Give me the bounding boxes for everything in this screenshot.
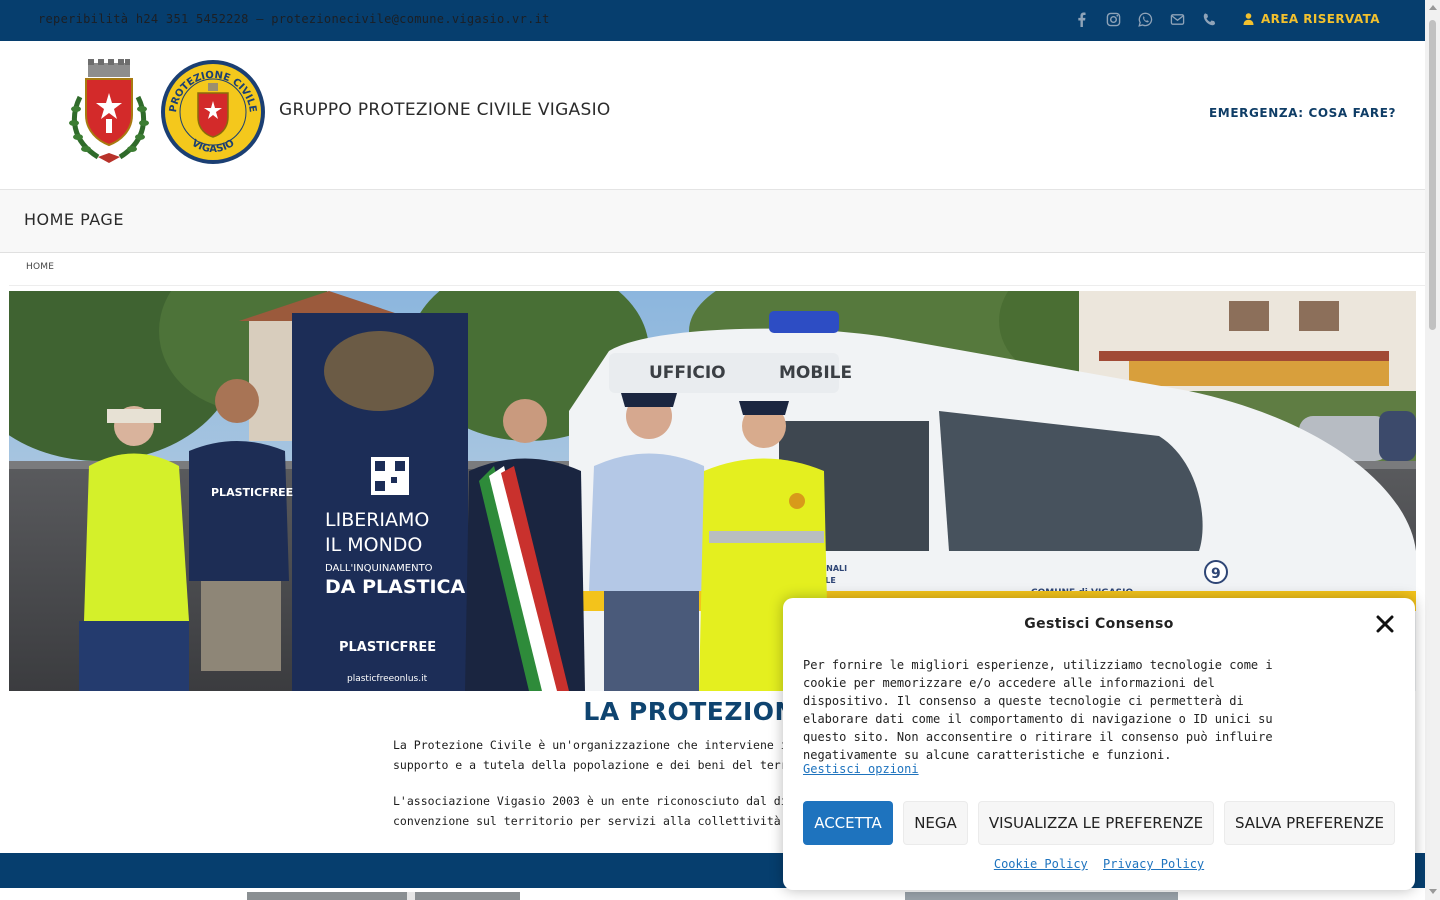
van-number: 9 — [1211, 566, 1221, 582]
view-preferences-button[interactable]: VISUALIZZA LE PREFERENZE — [978, 801, 1214, 845]
news-thumbnail[interactable] — [247, 892, 520, 900]
deny-button[interactable]: NEGA — [903, 801, 968, 845]
save-preferences-button[interactable]: SALVA PREFERENZE — [1224, 801, 1395, 845]
scrollbar-thumb[interactable] — [1429, 20, 1436, 330]
user-icon — [1243, 13, 1254, 25]
consent-title: Gestisci Consenso — [1024, 616, 1174, 632]
cookie-policy-link[interactable]: Cookie Policy — [994, 857, 1088, 871]
shirt-text: PLASTICFREE — [211, 486, 293, 499]
page-scrollbar[interactable] — [1425, 0, 1440, 900]
van-text-mobile: MOBILE — [779, 363, 852, 383]
area-riservata-link[interactable]: AREA RISERVATA — [1243, 12, 1380, 26]
cookie-consent-dialog: Gestisci Consenso Per fornire le miglior… — [783, 598, 1415, 890]
banner-line-1: LIBERIAMO — [325, 509, 429, 531]
area-riservata-label: AREA RISERVATA — [1261, 12, 1380, 26]
privacy-policy-link[interactable]: Privacy Policy — [1103, 857, 1204, 871]
instagram-icon[interactable] — [1104, 10, 1123, 29]
scroll-down-icon[interactable] — [1429, 889, 1437, 894]
breadcrumb-home[interactable]: HOME — [26, 262, 54, 272]
banner-line-4: DA PLASTICA — [325, 576, 465, 598]
emergency-link[interactable]: EMERGENZA: COSA FARE? — [1209, 106, 1396, 120]
policy-links: Cookie Policy Privacy Policy — [783, 857, 1415, 871]
accept-button[interactable]: ACCETTA — [803, 801, 893, 845]
municipal-crest-logo[interactable] — [68, 57, 150, 165]
phone-icon[interactable] — [1200, 10, 1219, 29]
protezione-civile-badge-logo[interactable]: PROTEZIONE CIVILE VIGASIO — [160, 59, 266, 165]
nav-item-home[interactable]: HOME PAGE — [24, 210, 124, 229]
facebook-icon[interactable] — [1072, 10, 1091, 29]
banner-line-3: DALL'INQUINAMENTO — [325, 563, 433, 574]
divider — [9, 285, 1425, 286]
van-text-ufficio: UFFICIO — [649, 363, 726, 383]
top-bar: reperibilità h24 351 5452228 – protezion… — [0, 0, 1425, 41]
scroll-up-icon[interactable] — [1429, 5, 1437, 10]
whatsapp-icon[interactable] — [1136, 10, 1155, 29]
banner-line-2: IL MONDO — [325, 534, 422, 556]
manage-options-link[interactable]: Gestisci opzioni — [803, 762, 919, 776]
main-nav: HOME PAGE — [0, 190, 1425, 253]
banner-brand: PLASTICFREE — [339, 640, 436, 655]
site-header: PROTEZIONE CIVILE VIGASIO GRUPPO PROTEZI… — [0, 41, 1425, 190]
social-icons — [1072, 10, 1219, 29]
news-thumbnail[interactable] — [905, 892, 1178, 900]
consent-text: Per fornire le migliori esperienze, util… — [803, 658, 1273, 762]
site-title[interactable]: GRUPPO PROTEZIONE CIVILE VIGASIO — [279, 100, 611, 120]
contact-info: reperibilità h24 351 5452228 – protezion… — [38, 12, 550, 26]
envelope-icon[interactable] — [1168, 10, 1187, 29]
banner-url: plasticfreeonlus.it — [347, 674, 428, 684]
close-icon[interactable] — [1376, 615, 1394, 633]
